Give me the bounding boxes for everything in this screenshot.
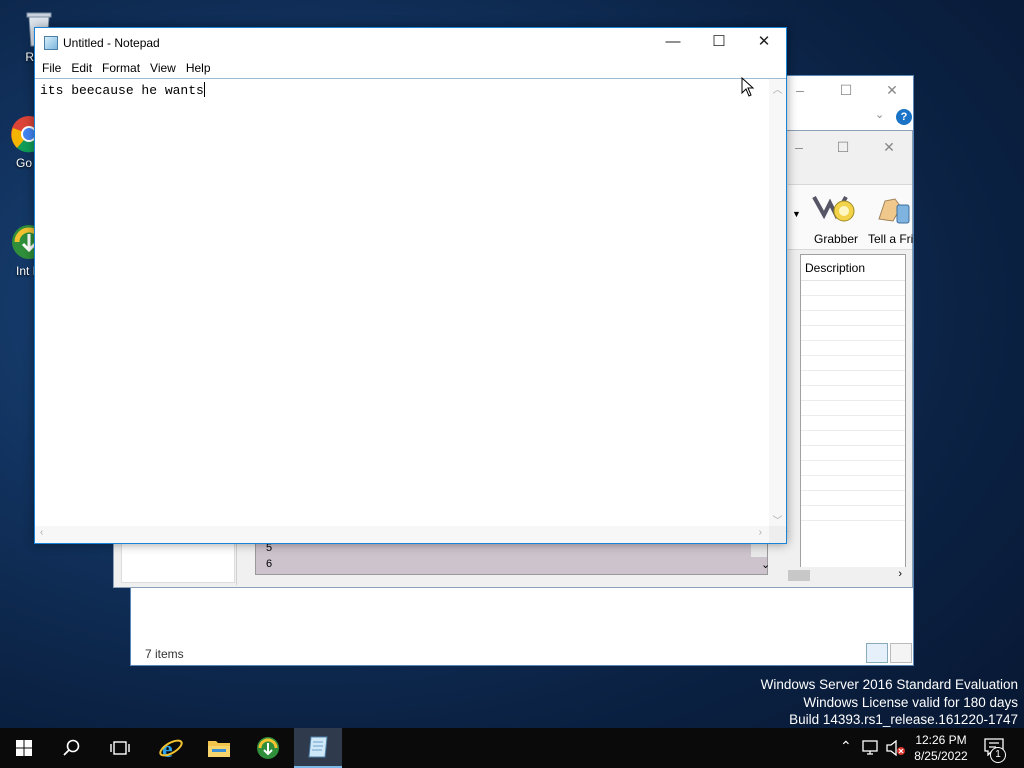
scroll-right-icon[interactable]: › [759,527,762,538]
close-button[interactable]: ✕ [741,28,787,58]
grabber-icon [812,196,855,222]
help-icon[interactable]: ? [896,109,912,125]
notepad-title-bar[interactable]: Untitled - Notepad — ☐ ✕ [35,28,786,58]
scroll-down-icon[interactable]: ﹀ [769,512,786,527]
menu-view[interactable]: View [145,61,181,75]
scroll-right-icon[interactable]: › [898,568,902,580]
menu-help[interactable]: Help [181,61,216,75]
window-title: Untitled - Notepad [63,36,160,50]
notepad-window[interactable]: Untitled - Notepad — ☐ ✕ File Edit Forma… [34,27,787,544]
network-icon[interactable] [862,740,880,756]
task-view-button[interactable] [96,728,144,768]
internet-explorer-taskbar-button[interactable]: e [147,728,195,768]
start-button[interactable] [0,728,48,768]
horizontal-scrollbar[interactable]: ‹ › [35,526,786,543]
list-item[interactable]: 6 [256,556,767,572]
editor-content[interactable]: its beecause he wants [40,83,204,98]
notepad-taskbar-button[interactable] [294,728,342,768]
text-editor[interactable]: its beecause he wants ︿ ﹀ ‹ › [35,78,786,543]
large-icons-view-button[interactable] [890,643,912,663]
folder-icon [208,741,230,757]
download-manager-taskbar-button[interactable] [244,728,292,768]
dialog-maximize-button[interactable]: ☐ [820,133,866,163]
system-tray: ⌃ [836,728,916,768]
status-bar-text: 7 items [145,647,184,661]
menu-file[interactable]: File [37,61,66,75]
maximize-button[interactable]: ☐ [696,28,742,58]
grabber-button[interactable]: Grabber [808,189,864,246]
show-hidden-icons-chevron-icon[interactable]: ⌃ [840,738,852,755]
minimize-button[interactable]: — [650,28,696,58]
mouse-cursor-icon [741,77,755,97]
search-button[interactable] [48,728,96,768]
menu-bar: File Edit Format View Help [35,58,786,78]
details-view-button[interactable] [866,643,888,663]
taskbar: e ⌃ 12:26 PM 8/25/2022 1 [0,728,1024,768]
search-icon [63,739,80,756]
text-caret [203,82,205,97]
watermark-edition: Windows Server 2016 Standard Evaluation [760,677,1018,692]
internet-explorer-icon: e [159,737,183,761]
grabber-label: Grabber [813,232,859,246]
vertical-scrollbar[interactable]: ︿ ﹀ [769,79,786,527]
notepad-icon [44,36,58,50]
scroll-left-icon[interactable]: ‹ [40,527,43,538]
tell-a-friend-label: Tell a Fri [868,232,914,246]
size-grip[interactable] [769,526,786,543]
action-center-button[interactable]: 1 [976,728,1024,768]
description-column-header[interactable]: Description [801,255,905,281]
internet-download-manager-icon [257,737,279,759]
volume-muted-icon[interactable] [886,740,906,756]
file-explorer-taskbar-button[interactable] [195,728,243,768]
windows-watermark: Windows Server 2016 Standard Evaluation … [761,676,1018,729]
description-panel: Description [800,254,906,584]
menu-edit[interactable]: Edit [66,61,97,75]
clock[interactable]: 12:26 PM 8/25/2022 [906,732,976,764]
tell-a-friend-button[interactable]: Tell a Fri [868,189,914,246]
chevron-down-icon[interactable]: ⌄ [875,108,884,121]
watermark-build: Build 14393.rs1_release.161220-1747 [789,712,1018,727]
scroll-up-icon[interactable]: ︿ [769,79,786,96]
notepad-icon [308,736,328,758]
left-panel [121,541,235,583]
svg-text:e: e [162,737,173,761]
explorer-maximize-button[interactable]: ☐ [823,76,869,106]
clock-date: 8/25/2022 [914,749,968,763]
tell-a-friend-icon [878,198,910,224]
task-view-icon [110,741,130,755]
clock-time: 12:26 PM [915,733,967,747]
notification-count-badge: 1 [990,747,1006,763]
windows-logo-icon [16,740,32,756]
menu-format[interactable]: Format [97,61,145,75]
explorer-close-button[interactable]: ✕ [869,76,915,106]
dialog-close-button[interactable]: ✕ [866,133,912,163]
list-box[interactable]: 5 6 ⌄ [255,539,770,575]
horizontal-scrollbar[interactable]: › [788,567,906,584]
watermark-license: Windows License valid for 180 days [803,694,1018,710]
toolbar-dropdown-arrow-icon[interactable]: ▼ [792,209,801,219]
